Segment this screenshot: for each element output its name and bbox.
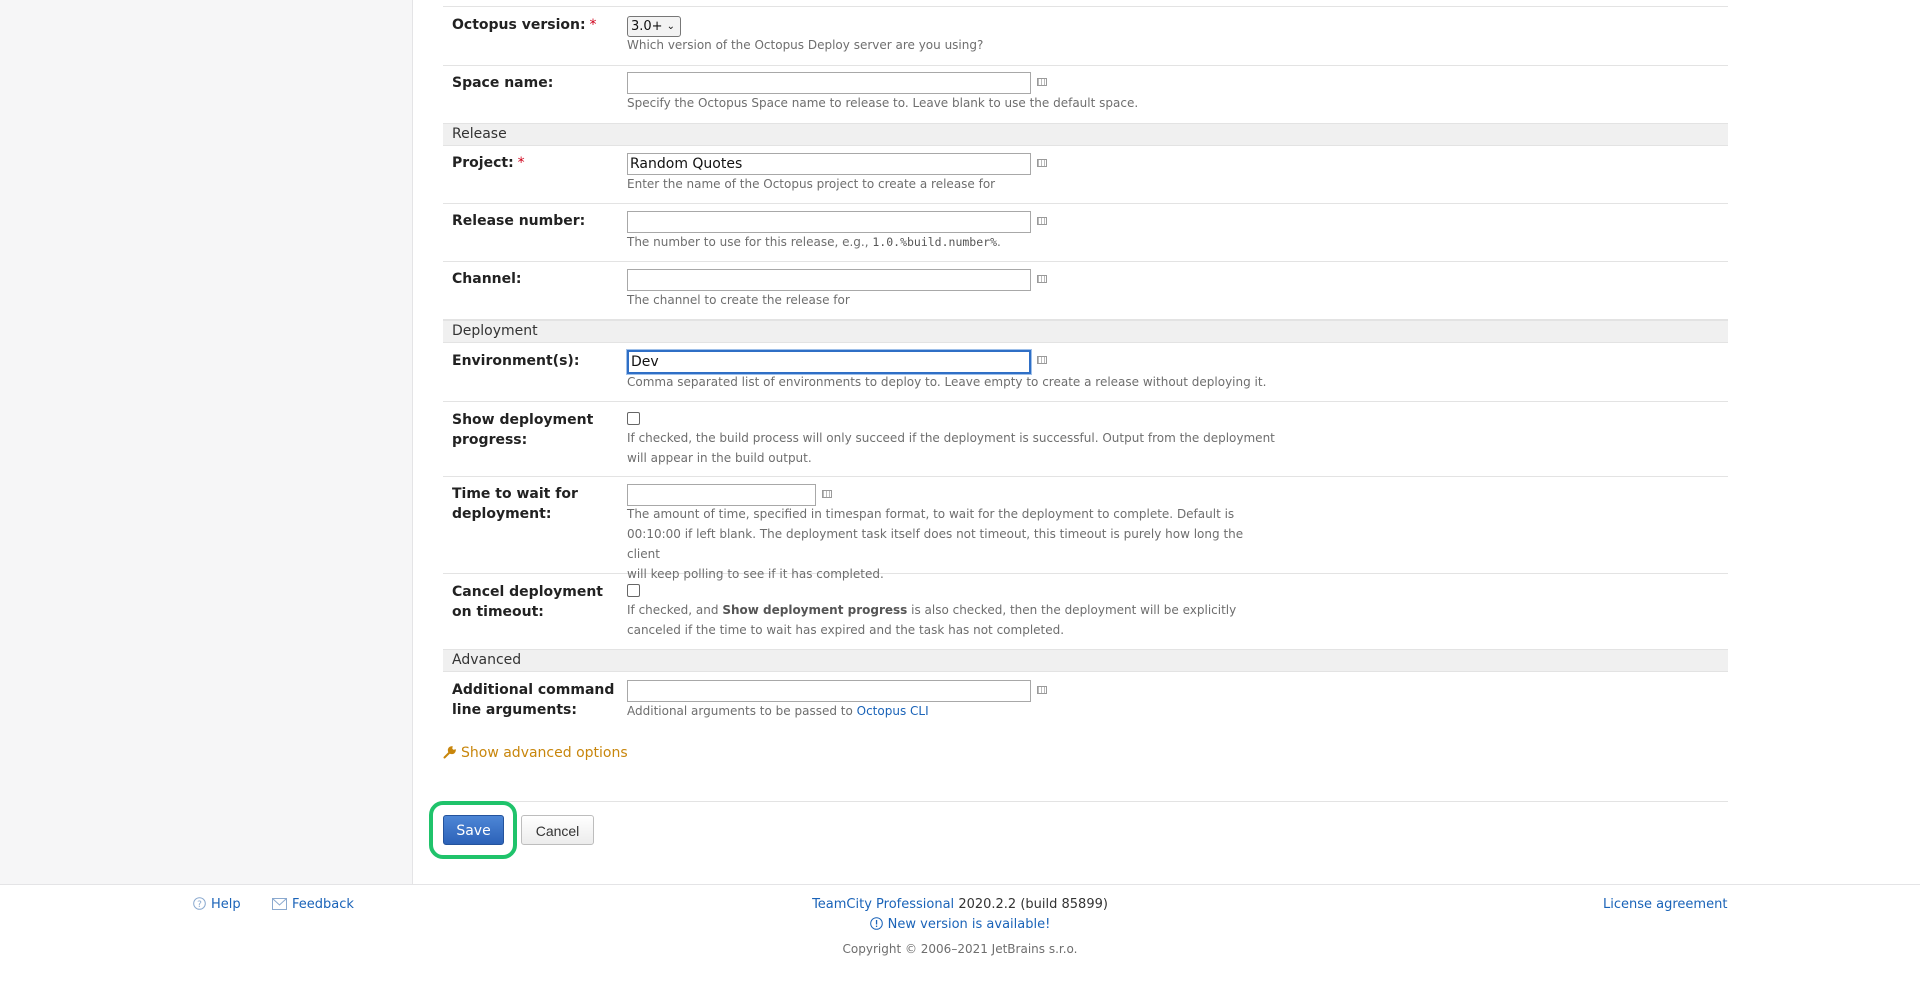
release-number-hint: The number to use for this release, e.g.… (627, 235, 1001, 249)
additional-args-row: Additional command line arguments: Addit… (443, 672, 1728, 729)
cancel-timeout-row: Cancel deployment on timeout: If checked… (443, 574, 1728, 650)
advanced-section-header: Advanced (443, 649, 1728, 672)
channel-row: Channel: The channel to create the relea… (443, 262, 1728, 320)
required-marker: * (517, 155, 525, 171)
octopus-version-select[interactable]: 3.0+ ⌄ (627, 16, 681, 37)
release-number-input[interactable] (627, 211, 1031, 233)
channel-hint: The channel to create the release for (627, 293, 850, 307)
project-row: Project:* Enter the name of the Octopus … (443, 146, 1728, 204)
additional-args-hint: Additional arguments to be passed to Oct… (627, 704, 929, 718)
required-marker: * (589, 17, 597, 33)
parameter-picker-icon[interactable] (1037, 275, 1047, 283)
new-version-notice: New version is available! (0, 916, 1920, 934)
project-input[interactable] (627, 153, 1031, 175)
license-agreement-link[interactable]: License agreement (1603, 896, 1727, 914)
release-section-header: Release (443, 123, 1728, 146)
additional-args-input[interactable] (627, 680, 1031, 702)
cancel-timeout-checkbox[interactable] (627, 584, 640, 597)
wait-time-label: Time to wait for deployment: (452, 486, 578, 522)
show-progress-hint: If checked, the build process will only … (627, 431, 1275, 465)
environments-input[interactable] (627, 350, 1031, 374)
environments-row: Environment(s): Comma separated list of … (443, 343, 1728, 402)
project-hint: Enter the name of the Octopus project to… (627, 177, 996, 191)
cancel-timeout-hint: If checked, and Show deployment progress… (627, 603, 1237, 637)
show-advanced-options-link[interactable]: Show advanced options (443, 743, 628, 763)
environments-label: Environment(s): (452, 353, 580, 369)
cancel-button[interactable]: Cancel (521, 815, 594, 845)
parameter-picker-icon[interactable] (1037, 78, 1047, 86)
octopus-version-row: Octopus version: * 3.0+ ⌄ Which version of… (443, 7, 1728, 66)
footer-divider (0, 884, 1920, 885)
save-button[interactable]: Save (443, 815, 504, 845)
parameter-picker-icon[interactable] (822, 490, 832, 498)
octopus-version-label: Octopus version: (452, 17, 586, 33)
cancel-timeout-label: Cancel deployment on timeout: (452, 584, 603, 620)
chevron-down-icon: ⌄ (666, 21, 675, 32)
product-version: 2020.2.2 (build 85899) (958, 897, 1108, 912)
octopus-cli-link[interactable]: Octopus CLI (857, 704, 929, 718)
wait-time-input[interactable] (627, 484, 816, 506)
new-version-link[interactable]: New version is available! (869, 917, 1050, 932)
form-divider (443, 801, 1728, 802)
parameter-picker-icon[interactable] (1037, 356, 1047, 364)
wait-time-row: Time to wait for deployment: The amount … (443, 477, 1728, 581)
space-name-input[interactable] (627, 72, 1031, 94)
space-name-label: Space name: (452, 75, 554, 91)
show-progress-row: Show deployment progress: If checked, th… (443, 402, 1728, 477)
octopus-version-hint: Which version of the Octopus Deploy serv… (627, 38, 984, 52)
show-progress-label: Show deployment progress: (452, 412, 594, 448)
wait-time-hint: The amount of time, specified in timespa… (627, 507, 1244, 581)
space-name-hint: Specify the Octopus Space name to releas… (627, 96, 1139, 110)
left-sidebar (0, 0, 413, 884)
release-number-row: Release number: The number to use for th… (443, 204, 1728, 262)
space-name-row: Space name: Specify the Octopus Space na… (443, 66, 1728, 124)
copyright-text: Copyright © 2006–2021 JetBrains s.r.o. (842, 942, 1078, 956)
info-icon (869, 917, 883, 930)
parameter-picker-icon[interactable] (1037, 217, 1047, 225)
product-link[interactable]: TeamCity Professional (812, 897, 954, 912)
additional-args-label: Additional command line arguments: (452, 682, 615, 718)
wrench-icon (443, 746, 456, 759)
release-number-label: Release number: (452, 213, 586, 229)
parameter-picker-icon[interactable] (1037, 686, 1047, 694)
show-progress-checkbox[interactable] (627, 412, 640, 425)
deployment-section-header: Deployment (443, 320, 1728, 343)
channel-input[interactable] (627, 269, 1031, 291)
environments-hint: Comma separated list of environments to … (627, 375, 1267, 389)
project-label: Project: (452, 155, 514, 171)
channel-label: Channel: (452, 271, 522, 287)
parameter-picker-icon[interactable] (1037, 159, 1047, 167)
